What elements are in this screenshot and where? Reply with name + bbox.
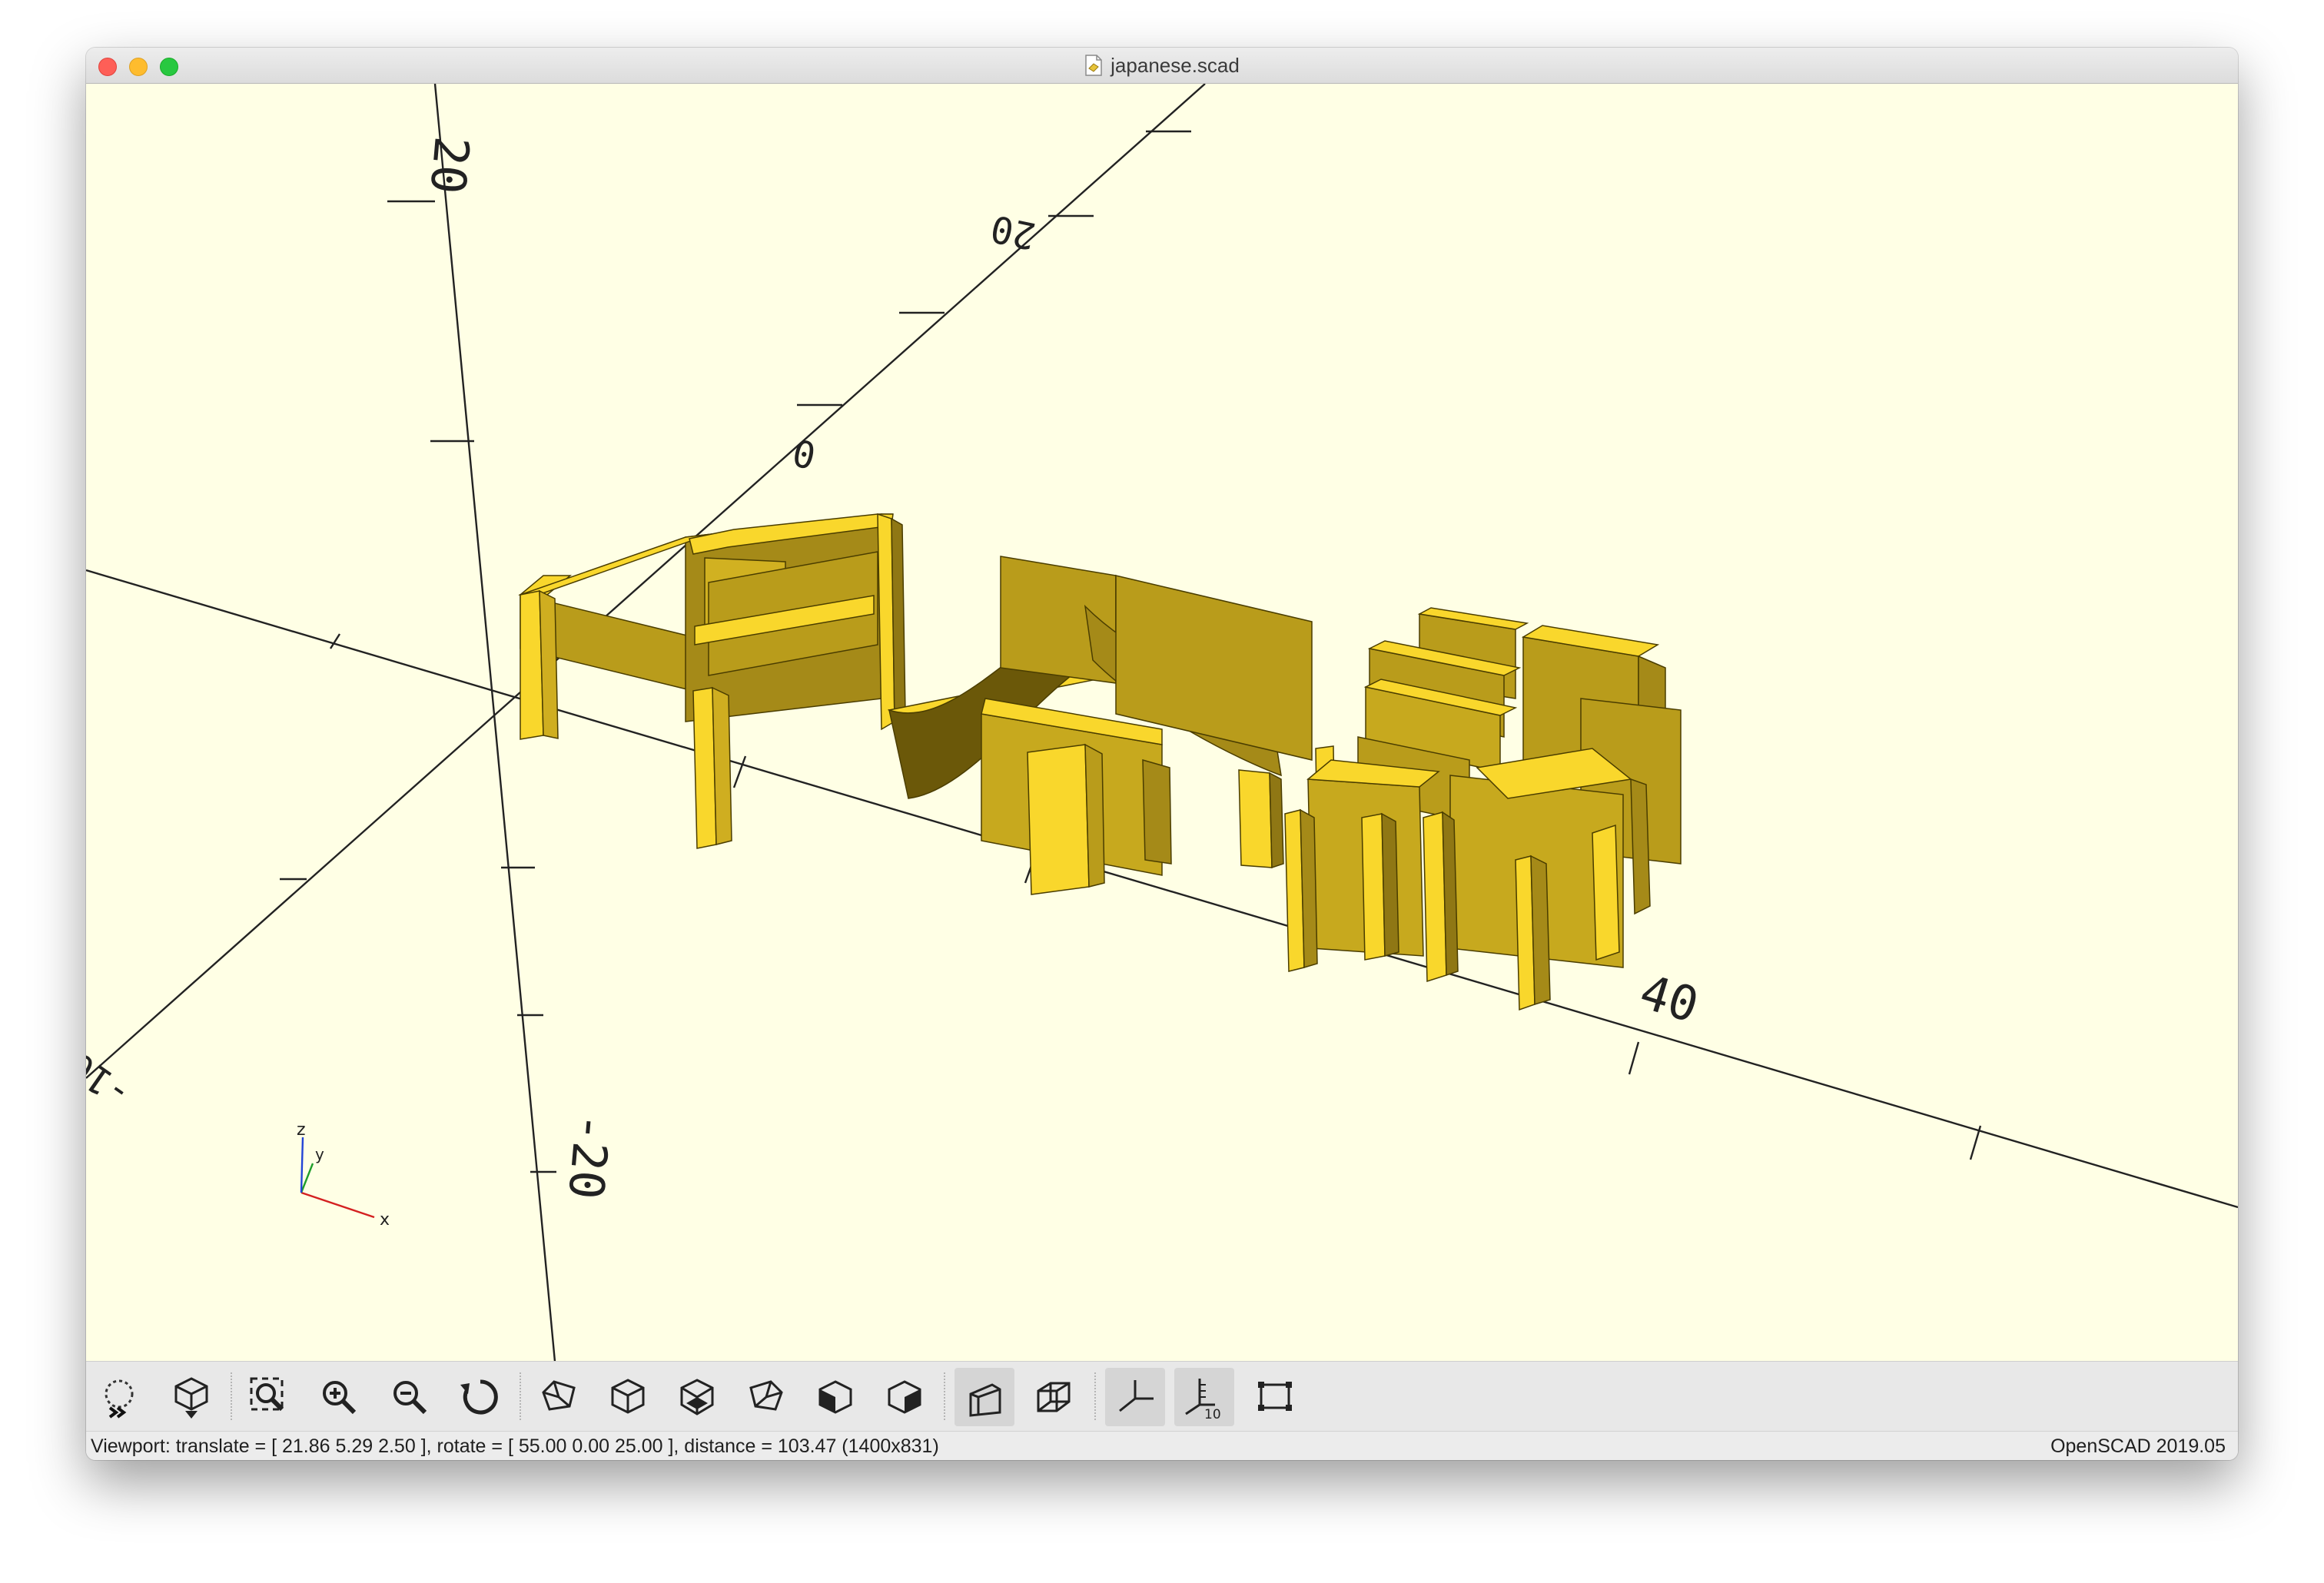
window-title: japanese.scad	[1111, 53, 1240, 77]
model-char-2	[887, 556, 1336, 895]
gizmo-x-label: x	[380, 1210, 390, 1230]
version-label: OpenSCAD 2019.05	[2050, 1435, 2226, 1457]
view-left-button[interactable]	[736, 1368, 796, 1426]
perspective-button[interactable]	[954, 1368, 1014, 1426]
view-left-icon	[749, 1380, 783, 1411]
model-char-1	[518, 513, 906, 849]
view-toolbar: 10	[86, 1361, 2238, 1431]
zoom-out-icon	[393, 1381, 427, 1415]
model-char-3	[1284, 607, 1682, 1011]
view-back-button[interactable]	[875, 1368, 935, 1426]
zoom-out-button[interactable]	[380, 1368, 440, 1426]
axis-label-y-0: 0	[789, 430, 820, 476]
view-bottom-button[interactable]	[667, 1368, 727, 1426]
view-top-button[interactable]	[598, 1368, 658, 1426]
axis-label-z-20: 20	[420, 134, 480, 197]
view-front-icon	[818, 1380, 852, 1414]
view-all-button[interactable]	[240, 1368, 300, 1426]
status-bar: Viewport: translate = [ 21.86 5.29 2.50 …	[86, 1431, 2238, 1460]
preview-button[interactable]	[91, 1368, 151, 1426]
view-right-button[interactable]	[529, 1368, 589, 1426]
gizmo-z-label: z	[297, 1120, 306, 1140]
view-back-icon	[888, 1380, 921, 1414]
edges-icon	[1258, 1382, 1292, 1411]
render-button[interactable]	[161, 1368, 221, 1426]
view-all-icon	[250, 1377, 284, 1412]
zoom-in-button[interactable]	[309, 1368, 369, 1426]
scale-markers-icon: 10	[1185, 1379, 1221, 1420]
title-bar[interactable]: japanese.scad	[86, 48, 2238, 84]
preview-icon	[105, 1379, 134, 1419]
reset-view-icon	[460, 1379, 498, 1415]
show-axes-button[interactable]	[1105, 1368, 1165, 1426]
3d-viewport[interactable]: 20 40 -20 20 0 -10 x y z	[86, 84, 2238, 1402]
viewport-status: Viewport: translate = [ 21.86 5.29 2.50 …	[91, 1435, 939, 1457]
app-window: japanese.scad 20 40 -20 20 0 -10 x y z 1…	[86, 48, 2238, 1460]
gizmo-y-label: y	[315, 1145, 324, 1163]
scad-file-icon	[1085, 55, 1102, 76]
view-front-button[interactable]	[805, 1368, 865, 1426]
scene-canvas[interactable]: 20 40 -20 20 0 -10 x y z	[86, 84, 2238, 1402]
show-scale-markers-button[interactable]: 10	[1174, 1368, 1234, 1426]
orientation-gizmo: x y z	[297, 1120, 390, 1230]
axis-label-y-20: 20	[987, 206, 1039, 257]
reset-view-button[interactable]	[450, 1368, 510, 1426]
render-icon	[174, 1377, 208, 1419]
orthogonal-icon	[1037, 1382, 1071, 1412]
perspective-icon	[969, 1383, 1001, 1417]
show-edges-button[interactable]	[1245, 1368, 1305, 1426]
orthogonal-button[interactable]	[1024, 1368, 1084, 1426]
axis-label-z-neg20: -20	[557, 1111, 620, 1202]
view-right-icon	[542, 1380, 576, 1411]
scale-markers-label: 10	[1204, 1407, 1221, 1420]
view-bottom-icon	[680, 1379, 714, 1415]
zoom-in-icon	[323, 1381, 357, 1415]
axes-icon	[1119, 1380, 1154, 1412]
axis-label-x-40: 40	[1634, 964, 1705, 1034]
view-top-icon	[611, 1379, 645, 1414]
